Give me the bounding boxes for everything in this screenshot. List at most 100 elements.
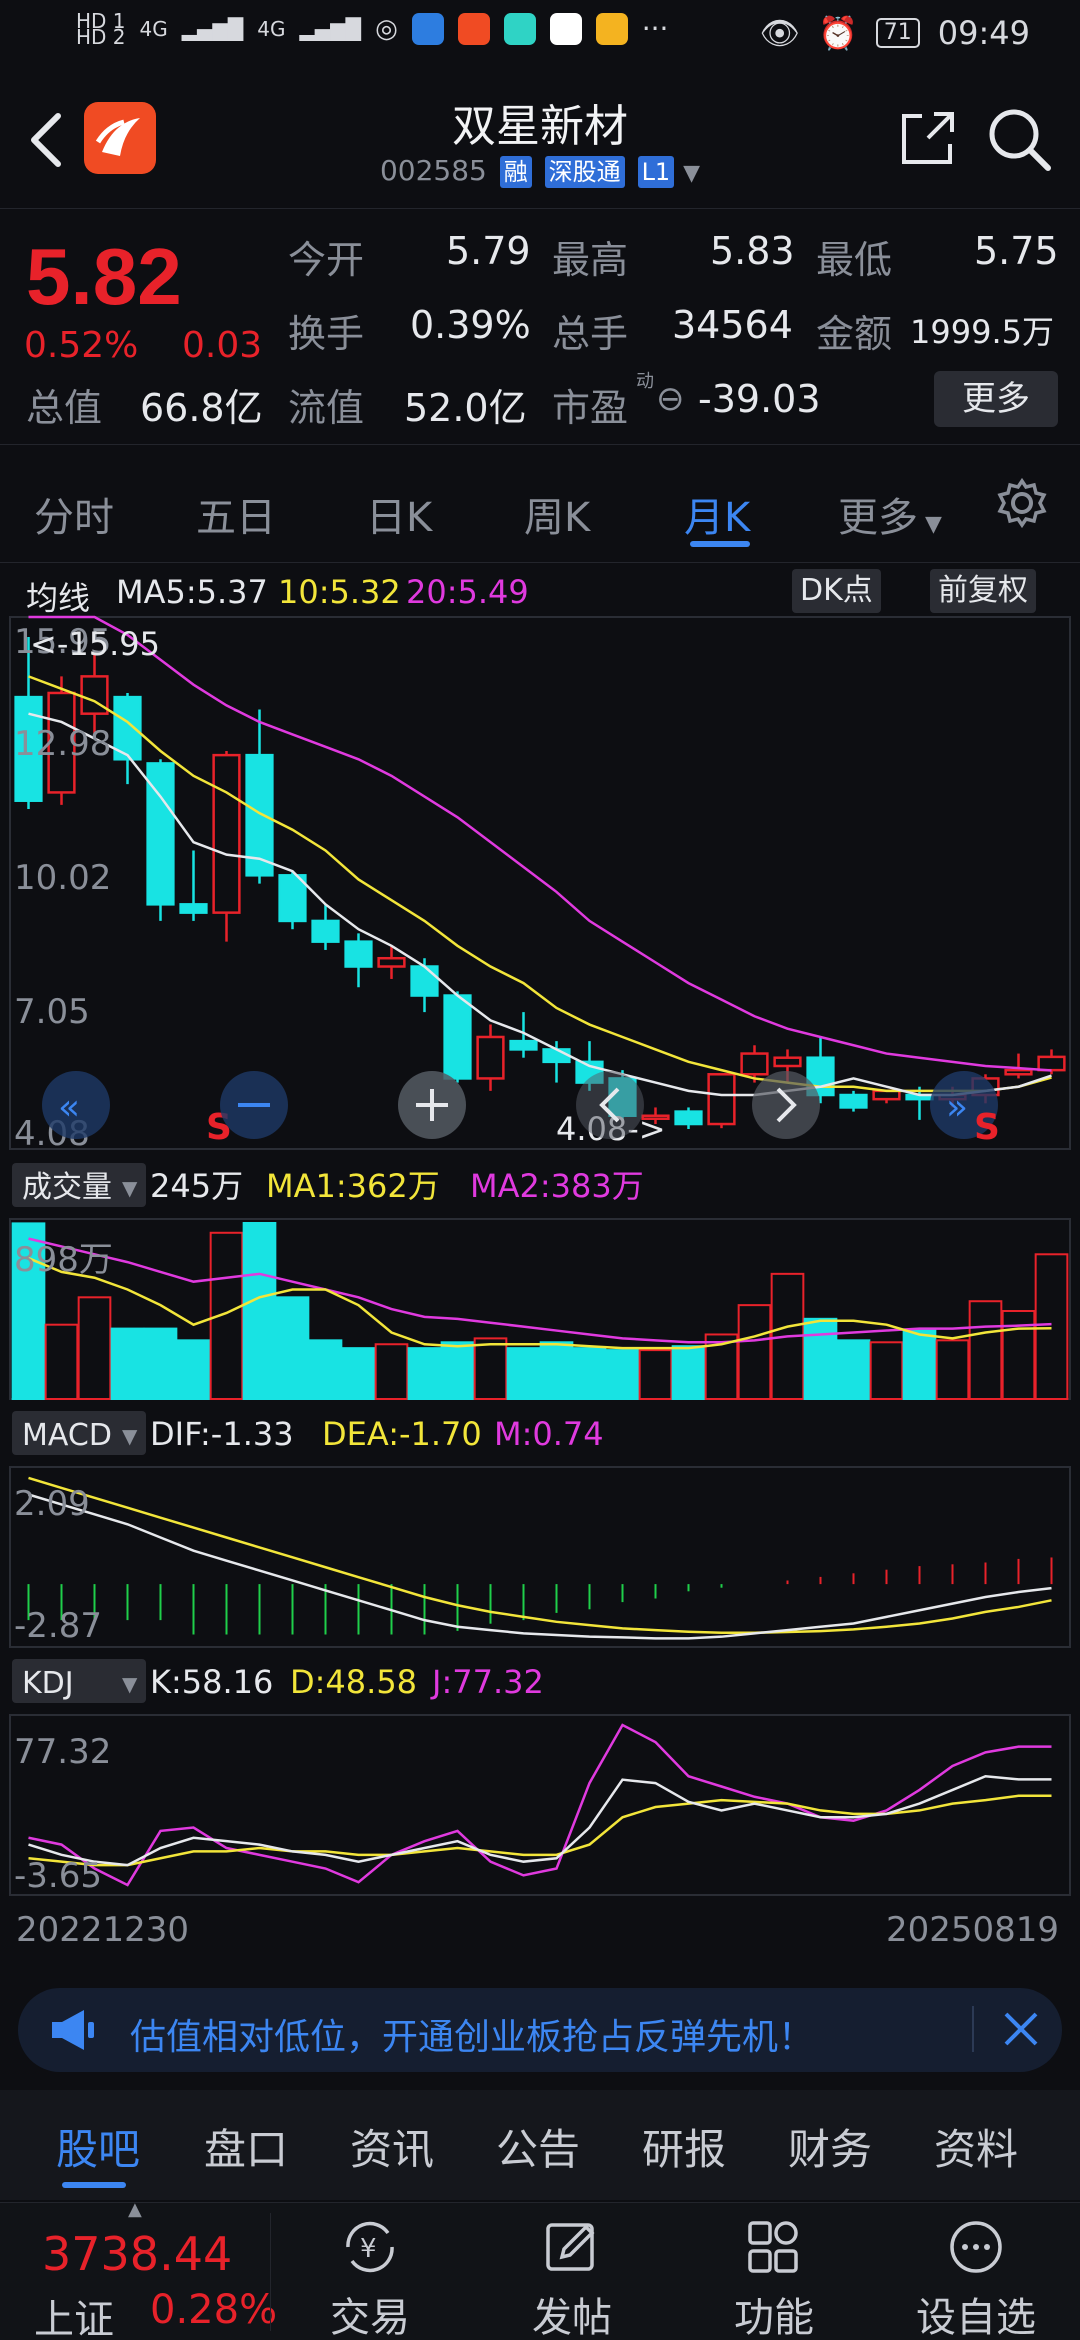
turnover-label: 换手 (288, 312, 365, 356)
volume-bar (143, 1327, 178, 1400)
kdj-chart (28, 1723, 1052, 1887)
margin-tag: 融 (499, 156, 532, 188)
tab-more[interactable]: 更多 ▼ (838, 485, 942, 543)
kdj-d-line (28, 1794, 1052, 1867)
kdj-legend: KDJ ▼ K:58.16 D:48.58 J:77.32 (12, 1659, 544, 1703)
volume-bar (836, 1339, 871, 1400)
macd-m: M:0.74 (494, 1415, 604, 1453)
search-icon[interactable] (986, 106, 1052, 172)
dropdown-triangle-icon: ▼ (683, 161, 701, 186)
bottom-nav: ▲ 3738.44 上证 0.28% ¥ 交易 发帖 功能 设自选 (0, 2199, 1080, 2340)
volume-bar (473, 1337, 508, 1401)
tab-news[interactable]: 资讯 (350, 2116, 434, 2177)
candle-body (839, 1093, 868, 1109)
level-tag: L1 (637, 156, 675, 188)
volume-bar (902, 1329, 937, 1400)
vol-ma1-line (28, 1257, 1052, 1350)
tab-finance[interactable]: 财务 (788, 2116, 872, 2177)
volume-bars (11, 1222, 1069, 1401)
tab-intraday[interactable]: 分时 (34, 485, 114, 543)
market-cap-value: 66.8亿 (140, 386, 263, 430)
macd-axis-top: 2.09 (14, 1484, 90, 1524)
high-label: 最高 (552, 238, 629, 282)
prev-button[interactable] (576, 1071, 644, 1139)
turnover-value: 0.39% (410, 303, 531, 347)
volume-legend: 成交量 ▼ 245万 MA1:362万 MA2:383万 (12, 1163, 644, 1207)
signal-4g-icon: 4G (139, 16, 168, 41)
kline-chart-area[interactable]: 15.95 <-15.95 12.98 10.02 7.05 4.08 4.08… (0, 555, 1080, 1955)
pe-info-icon[interactable]: ⊖ (656, 379, 685, 419)
candle-body (344, 940, 373, 968)
tab-order-book[interactable]: 盘口 (204, 2116, 288, 2177)
volume-bar (803, 1317, 838, 1400)
share-icon[interactable] (896, 106, 960, 170)
index-value: 3738.44 (42, 2227, 233, 2281)
change-percent: 0.52% (24, 325, 139, 366)
macd-dif: DIF:-1.33 (150, 1415, 294, 1453)
tab-research[interactable]: 研报 (642, 2116, 726, 2177)
tab-guba[interactable]: 股吧 (56, 2116, 140, 2177)
quote-panel: 5.82 0.52% 0.03 今开 5.79 最高 5.83 最低 5.75 … (0, 208, 1080, 438)
zoom-out-button[interactable] (220, 1071, 288, 1139)
nav-add-watchlist[interactable]: 设自选 (906, 2217, 1046, 2340)
sim-hd-icon: HD 1 HD 2 (76, 8, 126, 49)
volume-value: 34564 (672, 303, 793, 347)
volume-bar (176, 1339, 211, 1400)
change-amount: 0.03 (182, 325, 263, 366)
float-cap-value: 52.0亿 (404, 386, 527, 430)
candle-body (179, 903, 208, 914)
nav-add-watchlist-label: 设自选 (916, 2295, 1036, 2340)
current-price: 5.82 (26, 232, 182, 321)
macd-axis-bottom: -2.87 (14, 1606, 102, 1646)
nav-functions[interactable]: 功能 (704, 2217, 844, 2340)
tab-profile[interactable]: 资料 (934, 2116, 1018, 2177)
tab-five-day[interactable]: 五日 (196, 485, 276, 543)
volume-bar (539, 1341, 574, 1400)
next-button[interactable] (752, 1071, 820, 1139)
candle-body (476, 1035, 505, 1080)
tab-daily-k[interactable]: 日K (366, 485, 432, 543)
nav-post[interactable]: 发帖 (502, 2217, 642, 2340)
vol-ma2-line (28, 1237, 1052, 1344)
tab-announcements[interactable]: 公告 (496, 2116, 580, 2177)
zoom-in-button[interactable] (398, 1071, 466, 1139)
volume-bar (440, 1341, 475, 1400)
info-tabs: 股吧 盘口 资讯 公告 研报 财务 资料 (0, 2090, 1080, 2200)
nav-trade[interactable]: ¥ 交易 (300, 2217, 440, 2340)
volume-bar (374, 1343, 409, 1400)
sell-signal-mark: S (974, 1107, 1000, 1148)
scroll-left-button[interactable]: « (42, 1071, 110, 1139)
candle-body (410, 965, 439, 997)
promo-banner[interactable]: 估值相对低位，开通创业板抢占反弹先机！ (18, 1988, 1062, 2072)
open-label: 今开 (288, 238, 365, 282)
axis-label-2: 12.98 (14, 724, 111, 764)
candle-body (773, 1056, 802, 1068)
kdj-axis-top: 77.32 (14, 1732, 111, 1772)
svg-text:¥: ¥ (360, 2234, 377, 2264)
stock-code: 002585 (379, 154, 487, 187)
eastmoney-app-icon (457, 12, 490, 45)
index-name: 上证 (34, 2297, 114, 2340)
more-quote-button[interactable]: 更多 (934, 371, 1058, 427)
gear-icon[interactable] (996, 477, 1048, 529)
promo-divider (972, 2006, 974, 2052)
signal-bars-icon: ▂▄▆█ (299, 16, 362, 41)
volume-bar (308, 1339, 343, 1400)
index-ticker[interactable]: ▲ 3738.44 上证 0.28% (0, 2199, 277, 2340)
tab-weekly-k[interactable]: 周K (524, 485, 590, 543)
edit-icon (546, 2223, 595, 2271)
date-end: 20250819 (886, 1910, 1059, 1950)
tab-monthly-k[interactable]: 月K (684, 485, 750, 543)
low-value: 5.75 (974, 229, 1059, 273)
ma20-line (28, 615, 1052, 1072)
volume-bar (110, 1327, 145, 1400)
pe-value: -39.03 (698, 377, 821, 421)
max-price-marker: <-15.95 (30, 625, 160, 663)
candle-body (377, 956, 406, 968)
macd-dea-line (28, 1476, 1052, 1634)
pe-label: 市盈 (552, 386, 629, 430)
close-icon[interactable] (998, 2006, 1044, 2052)
ma-lines (28, 615, 1052, 1097)
volume-bar (506, 1347, 541, 1401)
volume-bar (341, 1347, 376, 1401)
